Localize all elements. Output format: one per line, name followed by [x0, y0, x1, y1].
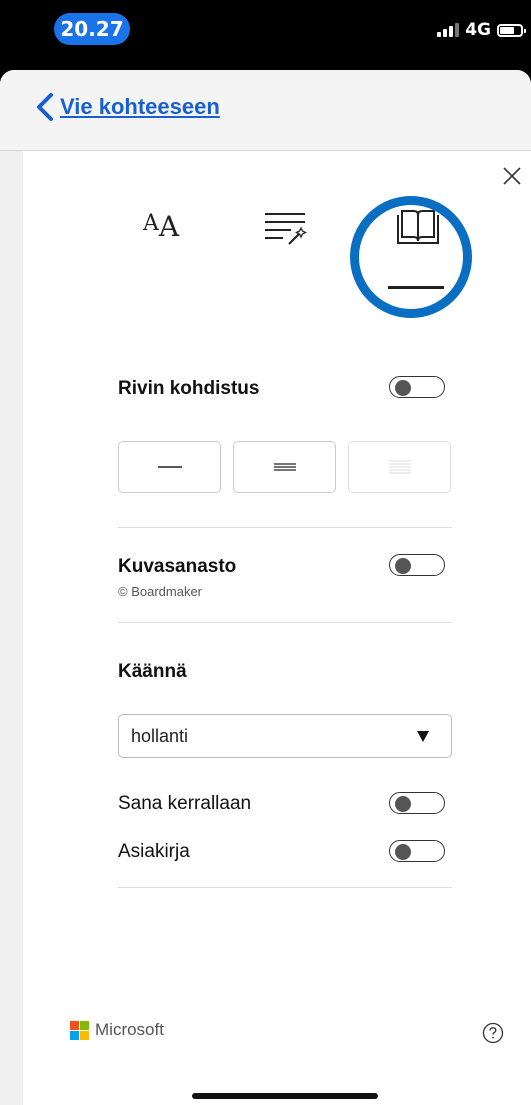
dropdown-arrow-icon: [417, 731, 429, 742]
divider: [118, 887, 452, 888]
chevron-left-icon: [37, 93, 53, 121]
word-by-word-label: Sana kerrallaan: [118, 793, 252, 814]
back-button[interactable]: Vie kohteeseen: [34, 92, 220, 122]
language-select[interactable]: hollanti: [118, 714, 452, 758]
three-lines-icon: [273, 463, 296, 471]
line-focus-label: Rivin kohdistus: [118, 378, 260, 399]
picture-dictionary-label: Kuvasanasto: [118, 556, 237, 577]
microsoft-branding: Microsoft: [70, 1020, 164, 1040]
word-by-word-toggle[interactable]: [389, 792, 445, 814]
status-icons: 4G: [437, 18, 526, 42]
tab-reading-preferences[interactable]: [378, 191, 458, 261]
microsoft-logo-icon: [70, 1020, 89, 1040]
language-value: hollanti: [131, 726, 189, 746]
app-sheet: Vie kohteeseen AA Rivin kohdistus Kuvasa…: [0, 70, 531, 1105]
line-focus-three-button[interactable]: [233, 441, 336, 493]
five-lines-icon: [388, 460, 411, 474]
grammar-magic-icon: [265, 213, 307, 245]
divider: [118, 622, 452, 623]
book-icon: [397, 210, 439, 244]
line-focus-toggle[interactable]: [389, 376, 445, 398]
translate-heading: Käännä: [118, 661, 187, 682]
time: 20.27: [54, 13, 130, 45]
home-indicator[interactable]: [192, 1093, 378, 1099]
document-label: Asiakirja: [118, 841, 190, 862]
microsoft-label: Microsoft: [95, 1020, 164, 1039]
tab-grammar-options[interactable]: [245, 191, 325, 261]
tab-text-preferences[interactable]: AA: [121, 191, 201, 261]
back-link-label[interactable]: Vie kohteeseen: [60, 94, 220, 120]
text-size-icon: AA: [142, 209, 180, 243]
side-gutter: [0, 151, 23, 1105]
document-toggle[interactable]: [389, 840, 445, 862]
one-line-icon: [157, 466, 182, 468]
picture-dictionary-credit: © Boardmaker: [118, 584, 202, 599]
signal-icon: [437, 23, 460, 37]
selected-tab-indicator: [388, 286, 444, 289]
immersive-reader-panel: AA Rivin kohdistus Kuvasanasto © Boardma…: [23, 151, 531, 1105]
tab-bar: AA: [23, 191, 531, 318]
close-icon[interactable]: [501, 165, 523, 187]
picture-dictionary-toggle[interactable]: [389, 554, 445, 576]
divider: [118, 527, 452, 528]
help-icon[interactable]: [482, 1022, 504, 1044]
network-label: 4G: [465, 20, 491, 40]
line-focus-one-button[interactable]: [118, 441, 221, 493]
nav-bar: Vie kohteeseen: [0, 70, 531, 151]
status-bar: 20.27 4G: [0, 0, 531, 70]
line-focus-five-button[interactable]: [348, 441, 451, 493]
battery-icon: [497, 23, 526, 37]
